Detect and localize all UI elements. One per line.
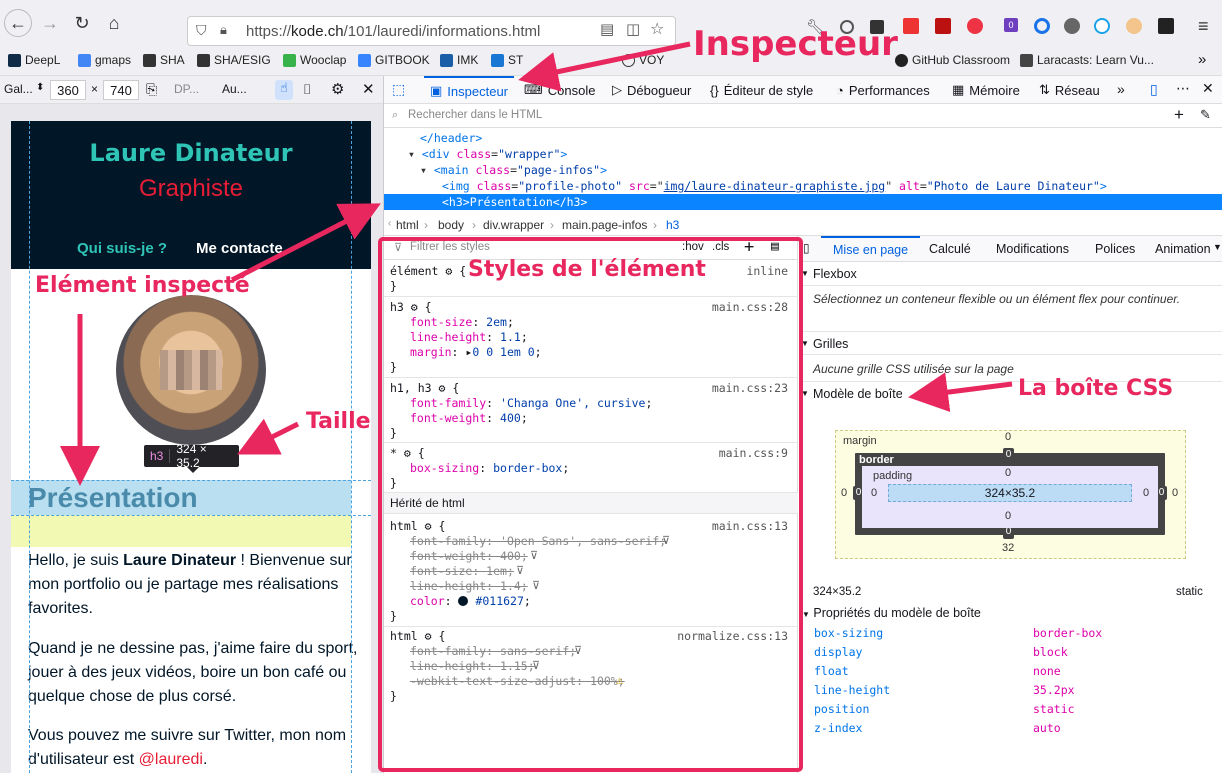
annotation-inspecteur: Inspecteur	[693, 24, 898, 64]
annotation-styles: Styles de l'élément	[468, 257, 706, 282]
arrow-inspected	[230, 203, 381, 283]
annotation-boite: La boîte CSS	[1018, 376, 1174, 401]
annotation-taille: Taille	[306, 409, 371, 434]
arrow-taille	[237, 418, 300, 455]
arrow-boite	[908, 372, 1013, 413]
arrow-inspecteur	[518, 41, 691, 92]
annotation-element: Elément inspecté	[35, 273, 250, 298]
